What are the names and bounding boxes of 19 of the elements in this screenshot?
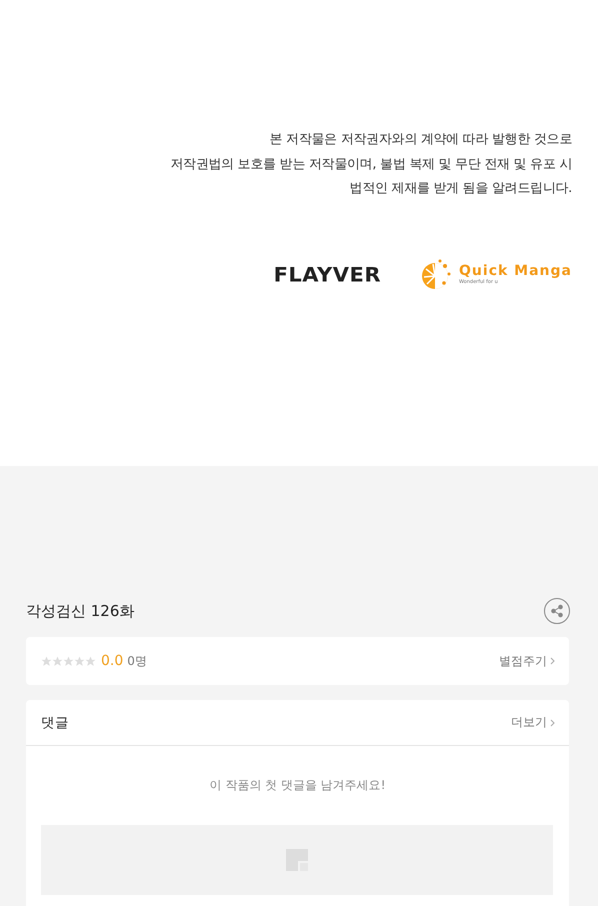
chevron-icon <box>550 657 555 665</box>
share-button[interactable] <box>544 598 570 624</box>
copyright-notice: 본 저작물은 저작권자와의 계약에 따라 발행한 것으로 저작권법의 보호를 받는 저작물이며, 불법 복제 및 무단 전재 및 유포 시 법적인 제재를 받게 됨을 알려드립니다. <box>170 131 572 198</box>
chevron-icon <box>550 718 555 726</box>
more-link[interactable]: 더보기 <box>511 714 555 731</box>
episode-title: 각성검신 126화 <box>26 602 134 620</box>
rating-count: 0명 <box>127 652 147 670</box>
star-icon <box>85 656 96 666</box>
rate-link[interactable]: 별점주기 <box>499 652 555 670</box>
comments-title: 댓글 <box>41 714 69 732</box>
star-icon <box>63 656 74 666</box>
star-icon <box>52 656 63 666</box>
star-icon <box>41 656 52 666</box>
empty-comments-message: 이 작품의 첫 댓글을 남겨주세요! <box>208 777 387 794</box>
share-icon <box>550 604 564 618</box>
star-icon <box>74 656 85 666</box>
quick-manga-logo: Quick Manga <box>459 263 572 279</box>
rating-score: 0.0 <box>101 653 124 669</box>
flayver-logo: FLAYVER <box>274 263 382 286</box>
